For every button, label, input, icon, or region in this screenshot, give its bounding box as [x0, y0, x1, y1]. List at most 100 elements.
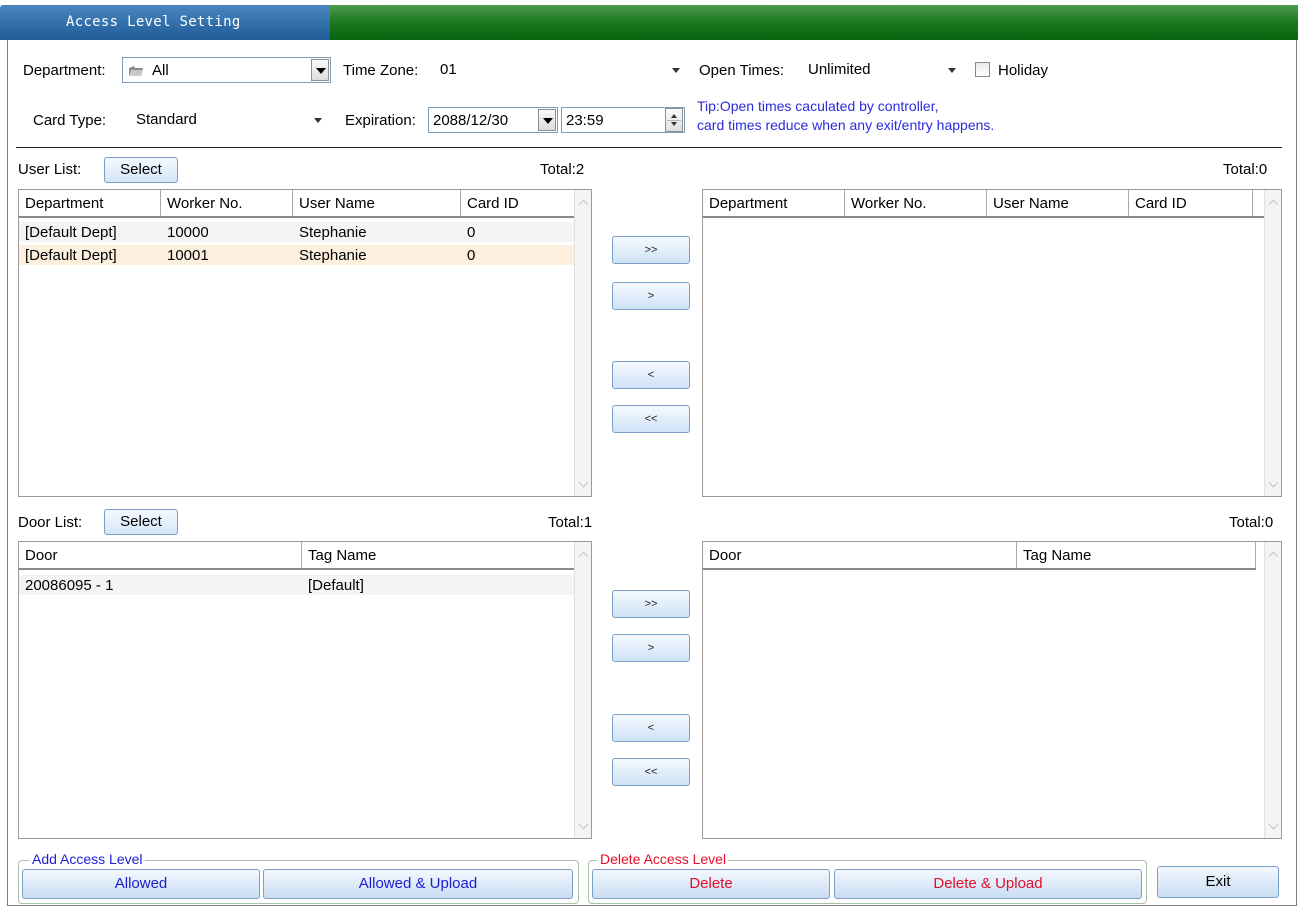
scroll-up-icon[interactable] — [1269, 551, 1277, 557]
table-cell: [Default Dept] — [25, 247, 117, 264]
scroll-down-icon[interactable] — [579, 823, 587, 829]
grid-header: Department Worker No. User Name Card ID — [19, 190, 575, 218]
add-all-users-button[interactable]: >> — [612, 236, 690, 264]
time-spinner-icon[interactable] — [665, 108, 683, 132]
table-cell: Stephanie — [299, 247, 367, 264]
expiration-time-value: 23:59 — [566, 112, 604, 129]
add-all-doors-button[interactable]: >> — [612, 590, 690, 618]
chevron-down-icon — [948, 68, 956, 73]
allowed-upload-button[interactable]: Allowed & Upload — [263, 869, 573, 899]
table-cell: [Default] — [308, 577, 364, 594]
door-list-grid[interactable]: Door Tag Name 20086095 - 1 [Default] — [18, 541, 592, 839]
vertical-scrollbar[interactable] — [1264, 542, 1281, 838]
exit-button[interactable]: Exit — [1157, 866, 1279, 898]
delete-upload-button[interactable]: Delete & Upload — [834, 869, 1142, 899]
column-header[interactable]: User Name — [987, 190, 1129, 216]
remove-door-button[interactable]: < — [612, 714, 690, 742]
door-list-total: Total:1 — [548, 514, 593, 531]
card-type-combo[interactable]: Standard — [130, 107, 330, 133]
user-list-grid[interactable]: Department Worker No. User Name Card ID … — [18, 189, 592, 497]
selected-users-grid[interactable]: Department Worker No. User Name Card ID — [702, 189, 1282, 497]
divider — [16, 147, 1282, 148]
table-cell: 10001 — [167, 247, 209, 264]
tip-line-1: Tip:Open times caculated by controller, — [697, 98, 939, 114]
chevron-down-icon — [314, 118, 322, 123]
card-type-label: Card Type: — [33, 112, 107, 129]
department-value: All — [152, 62, 169, 79]
scroll-down-icon[interactable] — [1269, 823, 1277, 829]
table-cell: 0 — [467, 247, 476, 264]
add-door-button[interactable]: > — [612, 634, 690, 662]
user-select-button[interactable]: Select — [104, 157, 178, 183]
holiday-label: Holiday — [998, 62, 1049, 79]
department-label: Department: — [23, 62, 106, 79]
table-cell: Stephanie — [299, 224, 367, 241]
title-bar: Access Level Setting — [0, 0, 1298, 40]
expiration-date-picker[interactable]: 2088/12/30 — [428, 107, 558, 133]
column-header[interactable]: Worker No. — [845, 190, 987, 216]
vertical-scrollbar[interactable] — [1264, 190, 1281, 496]
dropdown-arrow-icon[interactable] — [311, 59, 329, 81]
door-list-label: Door List: — [18, 514, 83, 531]
department-combo[interactable]: All — [122, 57, 331, 83]
column-header[interactable]: User Name — [293, 190, 461, 216]
column-header[interactable]: Door — [19, 542, 302, 568]
add-user-button[interactable]: > — [612, 282, 690, 310]
card-type-value: Standard — [136, 111, 197, 128]
tip-line-2: card times reduce when any exit/entry ha… — [697, 117, 995, 133]
window-title: Access Level Setting — [66, 14, 241, 30]
table-row[interactable]: 20086095 - 1 [Default] — [19, 575, 575, 595]
time-zone-combo[interactable]: 01 — [434, 57, 688, 83]
table-cell: 0 — [467, 224, 476, 241]
expiration-time-field[interactable]: 23:59 — [561, 107, 685, 133]
delete-button[interactable]: Delete — [592, 869, 830, 899]
vertical-scrollbar[interactable] — [574, 190, 591, 496]
scroll-up-icon[interactable] — [579, 551, 587, 557]
grid-header: Door Tag Name — [703, 542, 1256, 570]
door-select-button[interactable]: Select — [104, 509, 178, 535]
column-header[interactable]: Door — [703, 542, 1017, 568]
column-header[interactable]: Card ID — [1129, 190, 1253, 216]
scroll-up-icon[interactable] — [1269, 199, 1277, 205]
grid-header: Door Tag Name — [19, 542, 575, 570]
title-bar-fill — [330, 5, 1298, 40]
table-row[interactable]: [Default Dept] 10001 Stephanie 0 — [19, 245, 575, 265]
remove-all-doors-button[interactable]: << — [612, 758, 690, 786]
open-times-value: Unlimited — [808, 61, 871, 78]
table-cell: 10000 — [167, 224, 209, 241]
time-zone-label: Time Zone: — [343, 62, 419, 79]
open-times-combo[interactable]: Unlimited — [802, 57, 964, 83]
scroll-down-icon[interactable] — [1269, 481, 1277, 487]
column-header[interactable]: Tag Name — [302, 542, 575, 568]
folder-icon — [128, 64, 144, 81]
user-selected-total: Total:0 — [1223, 161, 1268, 178]
table-cell: 20086095 - 1 — [25, 577, 114, 594]
remove-user-button[interactable]: < — [612, 361, 690, 389]
column-header[interactable]: Worker No. — [161, 190, 293, 216]
holiday-checkbox[interactable] — [975, 62, 990, 77]
delete-access-level-label: Delete Access Level — [598, 851, 729, 867]
door-selected-total: Total:0 — [1229, 514, 1274, 531]
grid-header: Department Worker No. User Name Card ID — [703, 190, 1265, 218]
open-times-label: Open Times: — [699, 62, 785, 79]
vertical-scrollbar[interactable] — [574, 542, 591, 838]
add-access-level-label: Add Access Level — [30, 851, 145, 867]
expiration-date-value: 2088/12/30 — [433, 112, 509, 129]
column-header[interactable]: Card ID — [461, 190, 575, 216]
scroll-down-icon[interactable] — [579, 481, 587, 487]
time-zone-value: 01 — [440, 61, 457, 78]
remove-all-users-button[interactable]: << — [612, 405, 690, 433]
column-header[interactable]: Department — [19, 190, 161, 216]
selected-doors-grid[interactable]: Door Tag Name — [702, 541, 1282, 839]
allowed-button[interactable]: Allowed — [22, 869, 260, 899]
column-header[interactable]: Department — [703, 190, 845, 216]
user-list-label: User List: — [18, 161, 82, 178]
column-header[interactable]: Tag Name — [1017, 542, 1256, 568]
chevron-down-icon — [672, 68, 680, 73]
calendar-dropdown-icon[interactable] — [538, 109, 556, 131]
expiration-label: Expiration: — [345, 112, 416, 129]
user-list-total: Total:2 — [540, 161, 585, 178]
scroll-up-icon[interactable] — [579, 199, 587, 205]
table-cell: [Default Dept] — [25, 224, 117, 241]
table-row[interactable]: [Default Dept] 10000 Stephanie 0 — [19, 222, 575, 242]
